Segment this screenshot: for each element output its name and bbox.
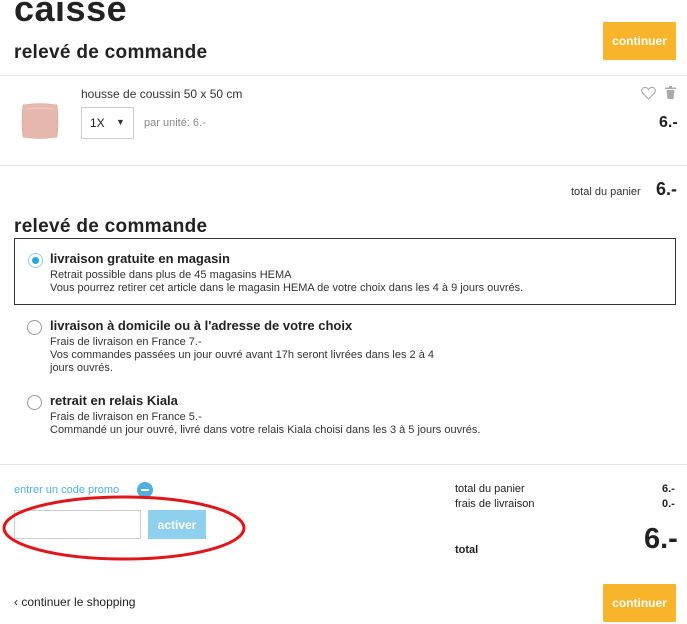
radio-kiala[interactable] bbox=[27, 395, 42, 410]
chevron-left-icon: ‹ bbox=[14, 595, 18, 609]
delivery-heading: relevé de commande bbox=[14, 216, 208, 237]
continue-shopping-label: continuer le shopping bbox=[21, 595, 136, 609]
radio-home[interactable] bbox=[27, 320, 42, 335]
option-title: livraison à domicile ou à l'adresse de v… bbox=[50, 318, 353, 333]
cart-total-label: total du panier bbox=[571, 186, 641, 198]
minus-icon[interactable] bbox=[137, 482, 153, 498]
promo-code-input[interactable] bbox=[14, 510, 141, 539]
summary-total-value: 6.- bbox=[644, 523, 678, 555]
radio-store[interactable] bbox=[28, 253, 43, 268]
option-line: Frais de livraison en France 7.- bbox=[50, 336, 202, 348]
page-title: caisse bbox=[14, 0, 128, 29]
option-line: jours ouvrés. bbox=[50, 362, 113, 374]
promo-code-link[interactable]: entrer un code promo bbox=[14, 484, 119, 496]
delivery-option-kiala[interactable]: retrait en relais Kiala Frais de livrais… bbox=[14, 386, 676, 441]
divider bbox=[0, 165, 687, 166]
unit-price: par unité: 6.- bbox=[144, 117, 206, 129]
product-name[interactable]: housse de coussin 50 x 50 cm bbox=[81, 87, 242, 101]
continue-button-top[interactable]: continuer bbox=[603, 22, 676, 60]
trash-icon[interactable] bbox=[665, 86, 676, 99]
option-title: livraison gratuite en magasin bbox=[50, 251, 230, 266]
option-title: retrait en relais Kiala bbox=[50, 393, 178, 408]
summary-delivery-label: frais de livraison bbox=[455, 498, 535, 510]
activate-promo-button[interactable]: activer bbox=[148, 510, 206, 539]
continue-button-bottom[interactable]: continuer bbox=[603, 584, 676, 622]
divider bbox=[0, 75, 687, 76]
summary-cart-total-label: total du panier bbox=[455, 483, 525, 495]
option-line: Commandé un jour ouvré, livré dans votre… bbox=[50, 424, 481, 436]
summary-delivery-value: 0.- bbox=[662, 498, 675, 510]
option-line: Vous pourrez retirer cet article dans le… bbox=[50, 282, 524, 294]
delivery-option-home[interactable]: livraison à domicile ou à l'adresse de v… bbox=[14, 311, 676, 381]
quantity-value: 1X bbox=[90, 116, 105, 130]
cart-total-value: 6.- bbox=[656, 179, 678, 199]
chevron-down-icon: ▼ bbox=[116, 117, 125, 127]
product-image[interactable] bbox=[20, 101, 60, 141]
option-line: Retrait possible dans plus de 45 magasin… bbox=[50, 269, 292, 281]
continue-shopping-link[interactable]: ‹ continuer le shopping bbox=[14, 595, 135, 609]
order-summary-heading: relevé de commande bbox=[14, 42, 208, 63]
item-price: 6.- bbox=[659, 114, 678, 131]
option-line: Frais de livraison en France 5.- bbox=[50, 411, 202, 423]
delivery-option-store[interactable]: livraison gratuite en magasin Retrait po… bbox=[14, 238, 676, 305]
option-line: Vos commandes passées un jour ouvré avan… bbox=[50, 349, 435, 361]
heart-icon[interactable] bbox=[641, 86, 656, 100]
summary-total-label: total bbox=[455, 544, 479, 556]
summary-cart-total-value: 6.- bbox=[662, 483, 675, 495]
quantity-select[interactable]: 1X ▼ bbox=[81, 107, 134, 139]
divider bbox=[0, 464, 687, 465]
